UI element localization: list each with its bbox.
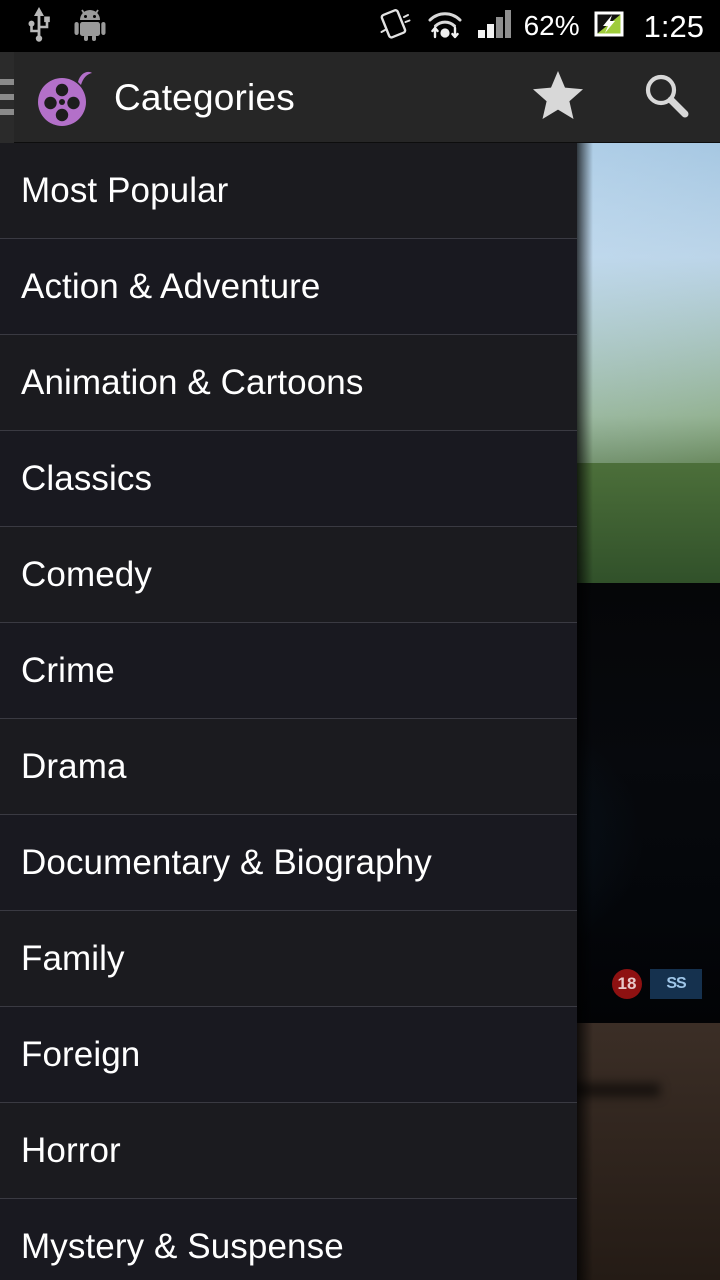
status-bar: 62% 1:25 [0, 0, 720, 52]
cellular-signal-icon [477, 9, 511, 44]
sidebar-item-label: Documentary & Biography [21, 843, 432, 882]
sidebar-item-comedy[interactable]: Comedy [0, 527, 577, 623]
sidebar-item-crime[interactable]: Crime [0, 623, 577, 719]
search-button[interactable] [612, 52, 720, 143]
sidebar-item-classics[interactable]: Classics [0, 431, 577, 527]
action-bar-actions [504, 52, 720, 143]
sidebar-item-animation-cartoons[interactable]: Animation & Cartoons [0, 335, 577, 431]
sidebar-item-label: Family [21, 939, 125, 978]
sidebar-item-family[interactable]: Family [0, 911, 577, 1007]
sidebar-item-label: Classics [21, 459, 153, 498]
sidebar-item-horror[interactable]: Horror [0, 1103, 577, 1199]
sidebar-item-label: Comedy [21, 555, 152, 594]
sidebar-item-most-popular[interactable]: Most Popular [0, 143, 577, 239]
film-reel-icon [34, 66, 96, 128]
sidebar-item-label: Mystery & Suspense [21, 1227, 344, 1266]
status-bar-left-icons [0, 6, 106, 47]
poster-2-distributor-logo: SS [650, 969, 702, 999]
wifi-icon [426, 9, 464, 44]
sidebar-item-label: Crime [21, 651, 115, 690]
sidebar-item-label: Drama [21, 747, 127, 786]
action-bar: Categories [0, 51, 720, 143]
app-logo [34, 66, 96, 128]
sidebar-item-action-adventure[interactable]: Action & Adventure [0, 239, 577, 335]
menu-hamburger-icon[interactable] [0, 51, 14, 143]
battery-percent-label: 62% [523, 10, 580, 41]
sidebar-item-foreign[interactable]: Foreign [0, 1007, 577, 1103]
sidebar-item-label: Horror [21, 1131, 121, 1170]
poster-2-rating-badge: 18 [612, 969, 642, 999]
navigation-drawer: Most Popular Action & Adventure Animatio… [0, 143, 577, 1280]
sidebar-item-label: Foreign [21, 1035, 141, 1074]
battery-charging-icon [593, 9, 627, 44]
page-title: Categories [114, 76, 295, 118]
favorites-star-button[interactable] [504, 52, 612, 143]
sidebar-item-label: Action & Adventure [21, 267, 321, 306]
star-icon [531, 69, 585, 126]
auto-rotate-icon [379, 8, 413, 45]
status-bar-right-icons: 62% 1:25 [379, 8, 720, 45]
sidebar-item-mystery-suspense[interactable]: Mystery & Suspense [0, 1199, 577, 1280]
sidebar-item-label: Most Popular [21, 171, 229, 210]
sidebar-item-drama[interactable]: Drama [0, 719, 577, 815]
search-icon [641, 70, 691, 125]
sidebar-item-label: Animation & Cartoons [21, 363, 364, 402]
sidebar-item-documentary-biography[interactable]: Documentary & Biography [0, 815, 577, 911]
status-bar-clock: 1:25 [643, 8, 704, 44]
usb-icon [26, 6, 52, 47]
app-screen: 62% 1:25 Categories 18 SS Most Popular A… [0, 0, 720, 1280]
android-icon [74, 7, 106, 46]
